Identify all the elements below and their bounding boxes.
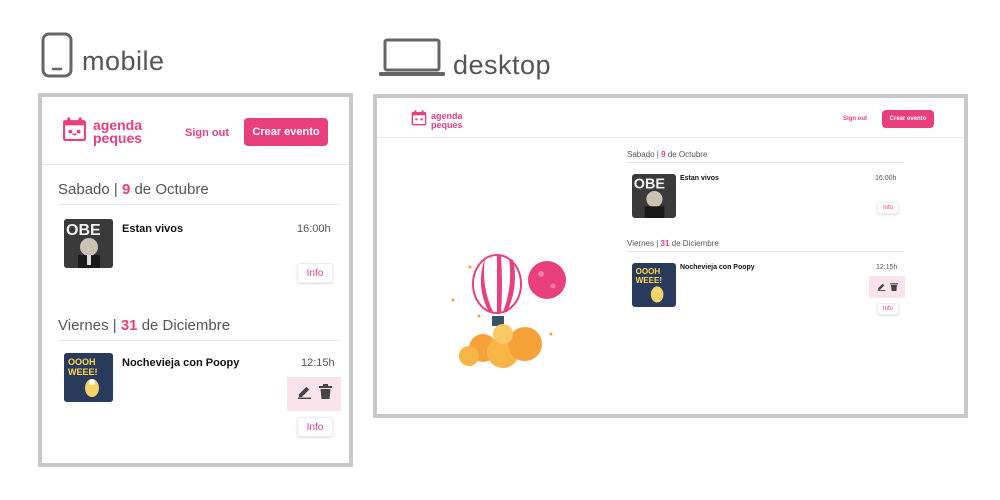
pencil-icon[interactable] (877, 278, 886, 296)
event-thumbnail[interactable]: OOOH WEEE! (64, 353, 113, 402)
day-divider (627, 251, 904, 252)
brand-logo[interactable]: agenda peques (62, 117, 142, 147)
event-time: 12:15h (876, 264, 898, 271)
create-event-button[interactable]: Crear evento (882, 110, 934, 128)
mobile-frame: agenda peques Sign out Crear evento Sabad… (38, 93, 353, 467)
trash-icon[interactable] (318, 384, 332, 404)
day-divider (627, 162, 904, 163)
day-heading: Viernes | 31 de Diciembre (58, 317, 231, 334)
brand-name: agenda peques (93, 117, 143, 146)
info-button[interactable]: Info (297, 263, 333, 283)
day-divider (58, 204, 340, 205)
svg-text:OBE: OBE (634, 176, 666, 192)
phone-icon (41, 32, 73, 78)
thumb-text: OBE (66, 222, 101, 239)
svg-text:WEEE!: WEEE! (68, 367, 98, 377)
info-button[interactable]: Info (877, 303, 899, 315)
brand-logo[interactable]: agenda peques (411, 110, 463, 131)
day-heading: Viernes | 31 de Diciembre (627, 239, 719, 248)
desktop-frame: agenda peques Sign out Crear evento Sabad… (373, 94, 968, 418)
day-heading: Sabado | 9 de Octubre (58, 181, 209, 198)
event-title[interactable]: Estan vivos (680, 175, 719, 182)
trash-icon[interactable] (889, 278, 898, 296)
event-actions (869, 276, 905, 298)
event-title[interactable]: Nochevieja con Poopy (680, 264, 755, 271)
event-actions (287, 377, 341, 411)
event-thumbnail[interactable]: OBE (64, 219, 113, 268)
laptop-icon (378, 38, 446, 78)
pencil-icon[interactable] (297, 384, 312, 404)
event-time: 16:00h (297, 223, 331, 235)
brand-name: agenda peques (431, 111, 463, 130)
svg-text:WEEE!: WEEE! (636, 276, 662, 285)
header-divider (42, 164, 349, 165)
balloon-illustration (443, 246, 583, 381)
signout-link[interactable]: Sign out (843, 116, 867, 122)
svg-text:OOOH: OOOH (636, 267, 661, 276)
info-button[interactable]: Info (297, 417, 333, 437)
event-time: 12:15h (301, 357, 335, 369)
desktop-label: desktop (453, 50, 552, 80)
thumb-text: OOOH (68, 357, 96, 367)
event-thumbnail[interactable]: OBE (632, 174, 676, 218)
event-title[interactable]: Nochevieja con Poopy (122, 357, 239, 369)
calendar-logo-icon (411, 110, 427, 131)
header-divider (377, 137, 964, 138)
event-title[interactable]: Estan vivos (122, 223, 183, 235)
signout-link[interactable]: Sign out (185, 127, 229, 139)
event-thumbnail[interactable]: OOOH WEEE! (632, 263, 676, 307)
event-time: 16:00h (875, 175, 897, 182)
mobile-label: mobile (82, 46, 165, 76)
create-event-button[interactable]: Crear evento (244, 118, 328, 146)
day-heading: Sabado | 9 de Octubre (627, 150, 708, 159)
day-divider (58, 340, 340, 341)
calendar-logo-icon (62, 117, 87, 147)
info-button[interactable]: Info (877, 202, 899, 214)
